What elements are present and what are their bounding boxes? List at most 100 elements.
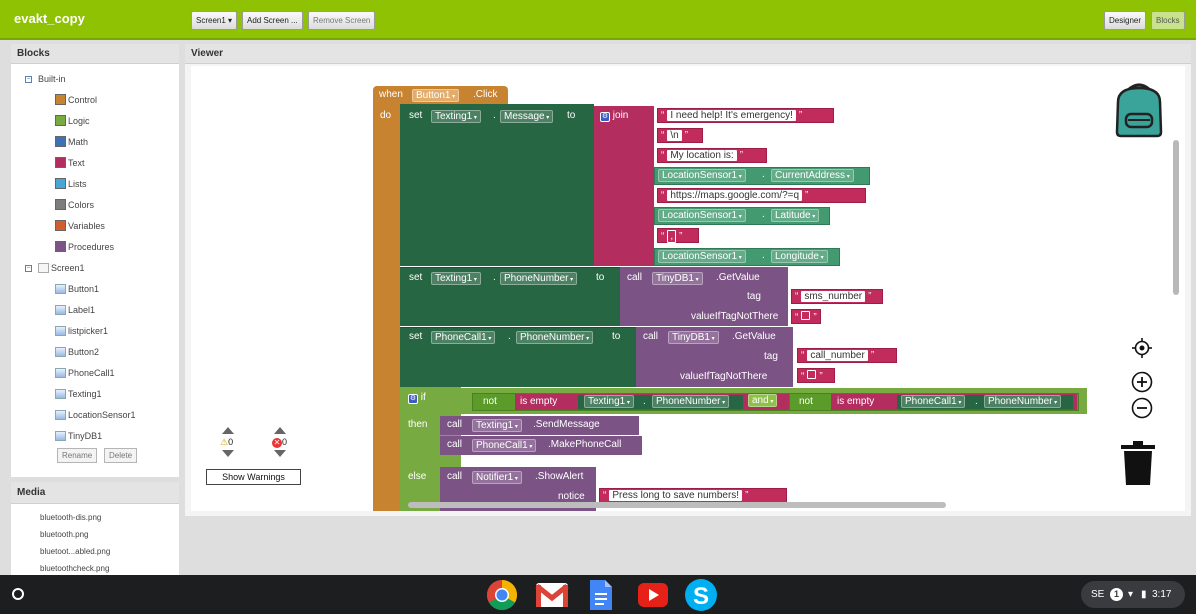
- string-value[interactable]: My location is:: [667, 150, 737, 161]
- string-value[interactable]: I need help! It's emergency!: [667, 110, 796, 121]
- error-counter[interactable]: ✕ 0: [272, 427, 298, 467]
- backpack-icon[interactable]: [1112, 80, 1166, 138]
- show-warnings-button[interactable]: Show Warnings: [206, 469, 301, 485]
- component-item[interactable]: Texting1: [55, 389, 102, 399]
- string-value[interactable]: call_number: [807, 350, 868, 361]
- builtin-item-math[interactable]: Math: [55, 136, 88, 147]
- string-block[interactable]: “Press long to save numbers!”: [599, 488, 787, 503]
- component-item[interactable]: Button1: [55, 284, 99, 294]
- rename-button[interactable]: Rename: [57, 448, 98, 463]
- youtube-icon[interactable]: [637, 582, 669, 608]
- builtin-item-text[interactable]: Text: [55, 157, 85, 168]
- string-block[interactable]: “My location is:”: [657, 148, 767, 163]
- string-block[interactable]: “”: [791, 309, 821, 324]
- locationsensor-dropdown[interactable]: LocationSensor1: [658, 250, 746, 263]
- zoom-in-icon[interactable]: [1131, 371, 1153, 393]
- component-item[interactable]: listpicker1: [55, 326, 108, 336]
- media-file[interactable]: bluetooth.png: [40, 530, 89, 539]
- tinydb1-dropdown[interactable]: TinyDB1: [652, 272, 703, 285]
- gear-icon[interactable]: ⚙: [408, 394, 418, 404]
- string-value[interactable]: sms_number: [801, 291, 866, 302]
- collapse-icon[interactable]: −: [25, 75, 32, 83]
- message-dropdown[interactable]: Message: [500, 110, 554, 123]
- texting1-dropdown[interactable]: Texting1: [431, 272, 481, 285]
- phonecall1-dropdown[interactable]: PhoneCall1: [472, 439, 537, 452]
- docs-icon[interactable]: [588, 579, 614, 611]
- horizontal-scrollbar[interactable]: [408, 502, 946, 508]
- longitude-dropdown[interactable]: Longitude: [771, 250, 828, 263]
- delete-button[interactable]: Delete: [104, 448, 138, 463]
- error-down-icon[interactable]: [274, 450, 286, 457]
- blocks-button[interactable]: Blocks: [1151, 11, 1185, 30]
- launcher-icon[interactable]: [12, 588, 24, 600]
- phonenumber-dropdown[interactable]: PhoneNumber: [652, 395, 730, 408]
- media-file[interactable]: bluetoothcheck.png: [40, 564, 109, 574]
- add-screen-button[interactable]: Add Screen ...: [242, 11, 303, 30]
- string-value[interactable]: [801, 311, 811, 320]
- phonenumber-dropdown[interactable]: PhoneNumber: [516, 331, 594, 344]
- phonecall1-dropdown[interactable]: PhoneCall1: [901, 395, 966, 408]
- skype-icon[interactable]: S: [684, 578, 718, 612]
- screen1-node[interactable]: − Screen1: [25, 263, 85, 273]
- designer-button[interactable]: Designer: [1104, 11, 1147, 30]
- and-dropdown[interactable]: and: [748, 394, 778, 407]
- chrome-icon[interactable]: [486, 579, 518, 611]
- texting1-dropdown[interactable]: Texting1: [431, 110, 481, 123]
- warning-up-icon[interactable]: [222, 427, 234, 434]
- component-item[interactable]: Label1: [55, 305, 95, 315]
- gear-icon[interactable]: ⚙: [600, 112, 610, 122]
- warning-down-icon[interactable]: [222, 450, 234, 457]
- zoom-out-icon[interactable]: [1131, 397, 1153, 419]
- string-block[interactable]: “”: [797, 368, 835, 383]
- texting1-dropdown[interactable]: Texting1: [584, 395, 634, 408]
- texting1-dropdown[interactable]: Texting1: [472, 419, 522, 432]
- builtin-item-variables[interactable]: Variables: [55, 220, 105, 231]
- locationsensor-dropdown[interactable]: LocationSensor1: [658, 169, 746, 182]
- component-item[interactable]: LocationSensor1: [55, 410, 136, 420]
- error-up-icon[interactable]: [274, 427, 286, 434]
- string-block[interactable]: “sms_number”: [791, 289, 883, 304]
- string-block[interactable]: “,”: [657, 228, 699, 243]
- status-area[interactable]: SE 1 ▾ ▮ 3:17: [1081, 581, 1185, 608]
- string-block[interactable]: “I need help! It's emergency!”: [657, 108, 834, 123]
- phonecall1-dropdown[interactable]: PhoneCall1: [431, 331, 496, 344]
- remove-screen-button[interactable]: Remove Screen: [308, 11, 376, 30]
- string-value[interactable]: Press long to save numbers!: [609, 490, 743, 501]
- tinydb1-dropdown[interactable]: TinyDB1: [668, 331, 719, 344]
- gmail-icon[interactable]: [535, 581, 569, 609]
- string-block[interactable]: “call_number”: [797, 348, 897, 363]
- center-icon[interactable]: [1131, 337, 1153, 359]
- collapse-icon[interactable]: −: [25, 264, 32, 272]
- builtin-item-colors[interactable]: Colors: [55, 199, 94, 210]
- join-block[interactable]: [594, 106, 654, 266]
- notifier1-dropdown[interactable]: Notifier1: [472, 471, 522, 484]
- component-item[interactable]: Button2: [55, 347, 99, 357]
- trash-icon[interactable]: [1121, 440, 1155, 486]
- locationsensor-dropdown[interactable]: LocationSensor1: [658, 209, 746, 222]
- vertical-scrollbar[interactable]: [1173, 140, 1179, 295]
- string-value[interactable]: [807, 370, 817, 379]
- component-item[interactable]: PhoneCall1: [55, 368, 115, 378]
- latitude-dropdown[interactable]: Latitude: [771, 209, 820, 222]
- button1-dropdown[interactable]: Button1: [412, 89, 460, 102]
- builtin-node[interactable]: − Built-in: [25, 74, 66, 84]
- phonenumber-dropdown[interactable]: PhoneNumber: [500, 272, 578, 285]
- string-value[interactable]: https://maps.google.com/?=q: [667, 190, 803, 201]
- string-value[interactable]: \n: [667, 130, 682, 141]
- builtin-item-procedures[interactable]: Procedures: [55, 241, 114, 252]
- builtin-item-control[interactable]: Control: [55, 94, 97, 105]
- blocks-workspace[interactable]: when Button1 .Click do set Texting1 . Me…: [191, 66, 1185, 511]
- phonenumber-dropdown[interactable]: PhoneNumber: [984, 395, 1062, 408]
- string-value[interactable]: ,: [667, 230, 677, 243]
- media-file[interactable]: bluetoot...abled.png: [40, 547, 110, 556]
- currentaddress-dropdown[interactable]: CurrentAddress: [771, 169, 854, 182]
- component-item[interactable]: TinyDB1: [55, 431, 102, 441]
- set-message-block[interactable]: [400, 104, 594, 266]
- builtin-item-logic[interactable]: Logic: [55, 115, 90, 126]
- builtin-item-lists[interactable]: Lists: [55, 178, 87, 189]
- media-file[interactable]: bluetooth-dis.png: [40, 513, 101, 522]
- string-block[interactable]: “https://maps.google.com/?=q”: [657, 188, 866, 203]
- screen-select[interactable]: Screen1 ▾: [191, 11, 238, 30]
- string-block[interactable]: “\n”: [657, 128, 703, 143]
- warning-counter[interactable]: ⚠0: [220, 427, 246, 467]
